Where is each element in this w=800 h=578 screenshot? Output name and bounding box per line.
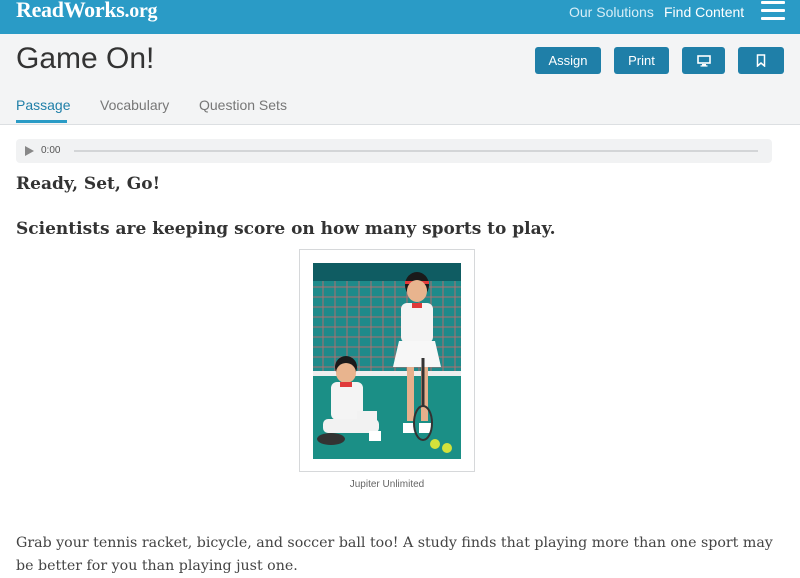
bookmark-icon — [756, 54, 766, 67]
play-icon[interactable] — [25, 146, 34, 156]
logo-main: ReadWorks — [16, 0, 125, 22]
kids-tennis-photo — [313, 263, 461, 459]
present-button[interactable] — [682, 47, 725, 74]
top-navigation-bar: ReadWorks.org Our Solutions Find Content — [0, 0, 800, 34]
passage-title: Ready, Set, Go! — [16, 174, 161, 194]
passage-paragraph: Grab your tennis racket, bicycle, and so… — [16, 535, 773, 574]
passage-figure — [299, 249, 475, 472]
article-header: Game On! Assign Print Passage Vocabulary… — [0, 34, 800, 125]
audio-time: 0:00 — [41, 145, 61, 156]
print-button[interactable]: Print — [614, 47, 669, 74]
active-tab-indicator — [16, 120, 67, 123]
audio-player: 0:00 — [16, 139, 772, 163]
assign-button[interactable]: Assign — [535, 47, 601, 74]
image-caption: Jupiter Unlimited — [349, 479, 425, 490]
tab-passage[interactable]: Passage — [16, 97, 70, 113]
nav-find-content[interactable]: Find Content — [664, 4, 744, 20]
nav-our-solutions[interactable]: Our Solutions — [569, 4, 654, 20]
logo-suffix: .org — [124, 0, 158, 22]
tab-question-sets[interactable]: Question Sets — [199, 97, 287, 113]
bookmark-button[interactable] — [738, 47, 784, 74]
monitor-icon — [696, 54, 711, 67]
audio-progress-track[interactable] — [74, 150, 758, 152]
page-title: Game On! — [16, 42, 155, 75]
passage-subtitle: Scientists are keeping score on how many… — [16, 219, 556, 239]
readworks-logo[interactable]: ReadWorks.org — [16, 0, 158, 23]
hamburger-menu-icon[interactable] — [761, 1, 785, 21]
tab-vocabulary[interactable]: Vocabulary — [100, 97, 169, 113]
